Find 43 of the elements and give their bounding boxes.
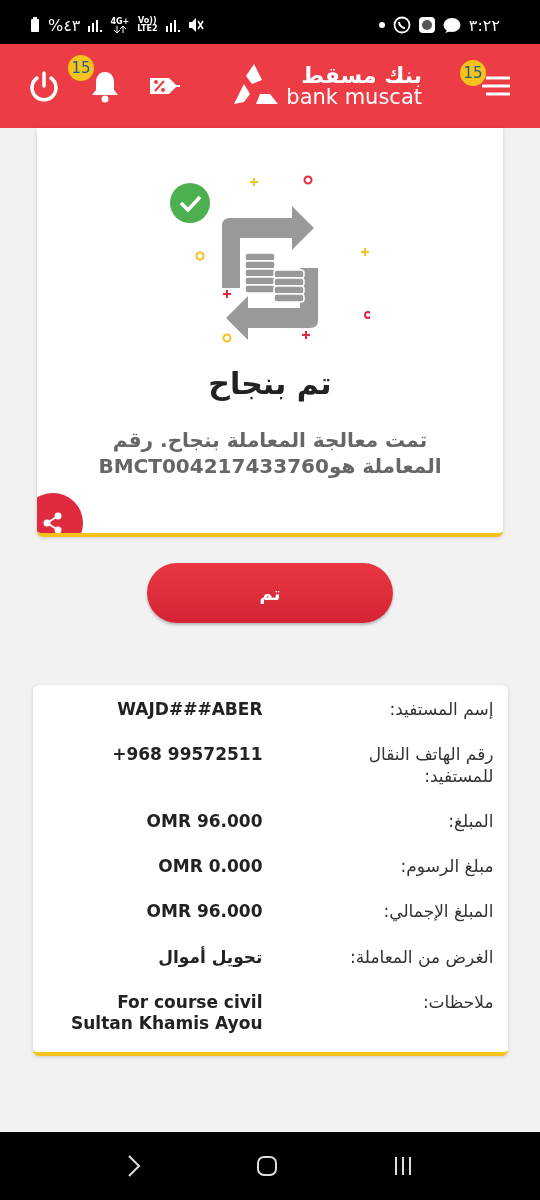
detail-value: OMR 0.000 (157, 856, 263, 878)
home-icon[interactable] (256, 1155, 278, 1177)
chat-bubble-icon (442, 16, 461, 34)
menu-badge: 15 (460, 60, 486, 86)
detail-value: OMR 96.000 (145, 810, 263, 832)
notification-badge: 15 (68, 55, 94, 81)
detail-value: WAJD###ABER (116, 699, 263, 721)
detail-label: المبلغ الإجمالي: (382, 901, 494, 923)
detail-label: رقم الهاتف النقال للمستفيد: (367, 744, 494, 787)
app-icon (418, 17, 435, 33)
detail-value: For course civil Sultan Khamis Ayou (69, 991, 263, 1035)
phone-chat-icon (392, 16, 411, 34)
battery-percent: %٤٣ (48, 15, 81, 35)
dot-icon (378, 22, 385, 28)
recents-icon[interactable] (392, 1156, 413, 1176)
clock: ٣:٢٢ (468, 15, 500, 35)
back-icon[interactable] (127, 1154, 142, 1178)
lte-label: LTE2 (137, 25, 158, 33)
logo-arabic-text: بنك مسقط (301, 64, 422, 87)
battery-icon (30, 17, 40, 33)
menu-icon[interactable] (482, 74, 510, 98)
success-title: تم بنجاح (208, 366, 332, 401)
done-button[interactable]: تم (147, 563, 393, 623)
detail-value: OMR 96.000 (145, 901, 263, 923)
detail-value: تحويل أموال (157, 946, 263, 968)
detail-label: مبلغ الرسوم: (399, 856, 494, 878)
network-type: 4G+ (110, 17, 130, 26)
data-arrows-icon (113, 25, 126, 33)
mute-icon (187, 17, 204, 33)
logo-english-text: bank muscat (286, 86, 422, 108)
detail-label: الغرض من المعاملة: (348, 946, 494, 968)
detail-label: إسم المستفيد: (388, 699, 494, 721)
success-message: تمت معالجة المعاملة بنجاح. رقم المعاملة هوBMCT004217433760 (97, 427, 443, 479)
signal-icon (88, 18, 103, 32)
detail-label: ملاحظات: (421, 991, 494, 1014)
share-icon (42, 512, 64, 533)
discount-tag-icon[interactable] (150, 76, 180, 96)
bell-icon[interactable] (90, 69, 120, 103)
detail-value: +968 99572511 (111, 744, 263, 767)
detail-label: المبلغ: (447, 810, 494, 832)
power-icon[interactable] (28, 70, 60, 102)
volte-label: Vo)) (138, 17, 157, 25)
signal-icon (165, 18, 180, 32)
